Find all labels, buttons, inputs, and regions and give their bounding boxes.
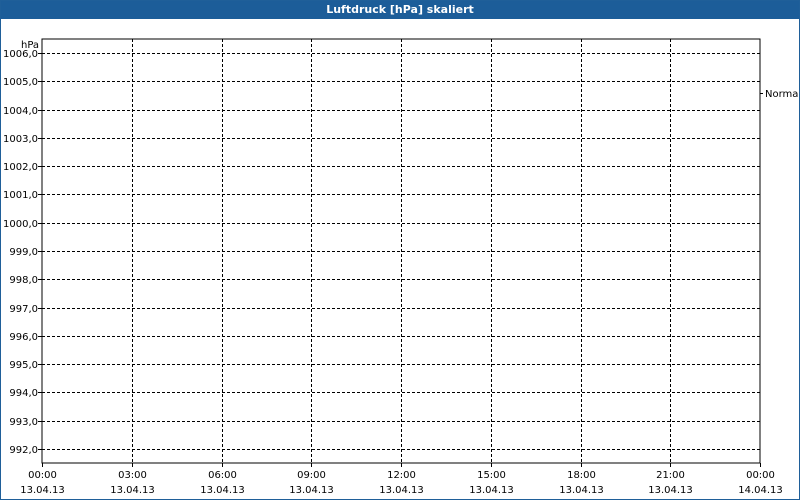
x-tick-time-label: 06:00 bbox=[208, 470, 237, 481]
x-tick-date-label: 13.04.13 bbox=[200, 485, 245, 496]
x-tick-date-label: 13.04.13 bbox=[20, 485, 65, 496]
y-tick-label: 1004,0 bbox=[3, 106, 38, 117]
legend: Normal bbox=[760, 89, 799, 100]
y-tick-label: 995,0 bbox=[9, 360, 38, 371]
x-tick-date-label: 13.04.13 bbox=[469, 485, 514, 496]
y-tick-label: 1005,0 bbox=[3, 77, 38, 88]
y-axis-unit-label: hPa bbox=[21, 40, 39, 51]
x-tick-time-label: 03:00 bbox=[118, 470, 147, 481]
y-tick-label: 994,0 bbox=[9, 388, 38, 399]
x-tick-date-label: 13.04.13 bbox=[559, 485, 604, 496]
x-axis: 00:00 13.04.13 03:00 13.04.13 06:00 13.04.13 0… bbox=[20, 463, 783, 496]
grid-layer bbox=[42, 39, 760, 463]
x-tick-time-label: 00:00 bbox=[746, 470, 775, 481]
y-axis: 992,0 993,0 994,0 995,0 996,0 997,0 998,0 999,0… bbox=[3, 49, 42, 456]
x-tick-time-label: 15:00 bbox=[477, 470, 506, 481]
y-tick-label: 998,0 bbox=[9, 275, 38, 286]
x-tick-time-label: 00:00 bbox=[28, 470, 57, 481]
y-tick-label: 1000,0 bbox=[3, 219, 38, 230]
y-tick-label: 993,0 bbox=[9, 417, 38, 428]
y-tick-label: 999,0 bbox=[9, 247, 38, 258]
x-tick-date-label: 13.04.13 bbox=[110, 485, 155, 496]
x-tick-time-label: 09:00 bbox=[297, 470, 326, 481]
x-tick-date-label: 13.04.13 bbox=[379, 485, 424, 496]
x-tick-time-label: 12:00 bbox=[387, 470, 416, 481]
y-tick-label: 1003,0 bbox=[3, 134, 38, 145]
y-tick-label: 997,0 bbox=[9, 304, 38, 315]
chart-window: Luftdruck [hPa] skaliert 992,0 993,0 994,0… bbox=[0, 0, 800, 500]
y-tick-label: 996,0 bbox=[9, 332, 38, 343]
y-tick-label: 1002,0 bbox=[3, 162, 38, 173]
chart-svg: 992,0 993,0 994,0 995,0 996,0 997,0 998,0 999,0… bbox=[3, 38, 799, 496]
y-tick-label: 992,0 bbox=[9, 445, 38, 456]
x-tick-date-label: 13.04.13 bbox=[289, 485, 334, 496]
x-tick-date-label: 14.04.13 bbox=[738, 485, 783, 496]
legend-label: Normal bbox=[765, 89, 799, 100]
x-tick-date-label: 13.04.13 bbox=[648, 485, 693, 496]
y-tick-label: 1001,0 bbox=[3, 190, 38, 201]
x-tick-time-label: 18:00 bbox=[567, 470, 596, 481]
x-tick-time-label: 21:00 bbox=[656, 470, 685, 481]
